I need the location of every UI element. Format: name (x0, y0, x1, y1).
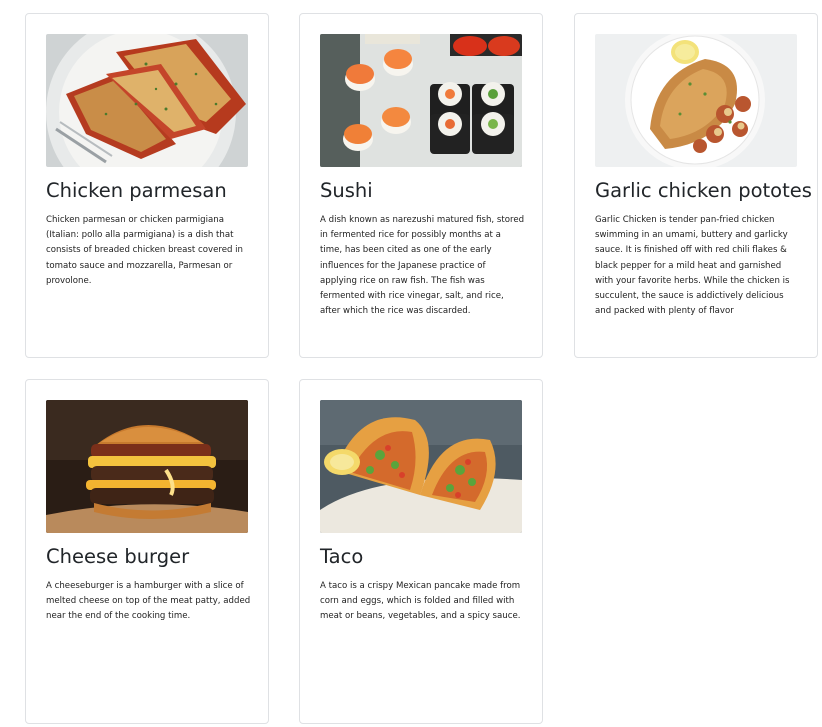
food-card-sushi: Sushi A dish known as narezushi matured … (299, 13, 543, 358)
food-card-garlic-chicken: Garlic chicken pototes Garlic Chicken is… (574, 13, 818, 358)
card-text: A cheeseburger is a hamburger with a sli… (46, 581, 251, 622)
food-card-cheese-burger: Cheese burger A cheeseburger is a hambur… (25, 379, 269, 724)
chicken-parmesan-image (46, 34, 248, 167)
card-title: Garlic chicken pototes (595, 179, 812, 202)
food-card-taco: Taco A taco is a crispy Mexican pancake … (299, 379, 543, 724)
sushi-image (320, 34, 522, 167)
card-title: Taco (320, 545, 364, 568)
card-text: A taco is a crispy Mexican pancake made … (320, 581, 521, 622)
card-title: Cheese burger (46, 545, 190, 568)
cheese-burger-image (46, 400, 248, 533)
card-text: Chicken parmesan or chicken parmigiana (… (46, 215, 244, 286)
card-text: Garlic Chicken is tender pan-fried chick… (595, 215, 790, 317)
garlic-chicken-image (595, 34, 797, 167)
food-card-chicken-parmesan: Chicken parmesan Chicken parmesan or chi… (25, 13, 269, 358)
card-title: Chicken parmesan (46, 179, 227, 202)
card-title: Sushi (320, 179, 373, 202)
taco-image (320, 400, 522, 533)
card-text: A dish known as narezushi matured fish, … (320, 215, 525, 317)
